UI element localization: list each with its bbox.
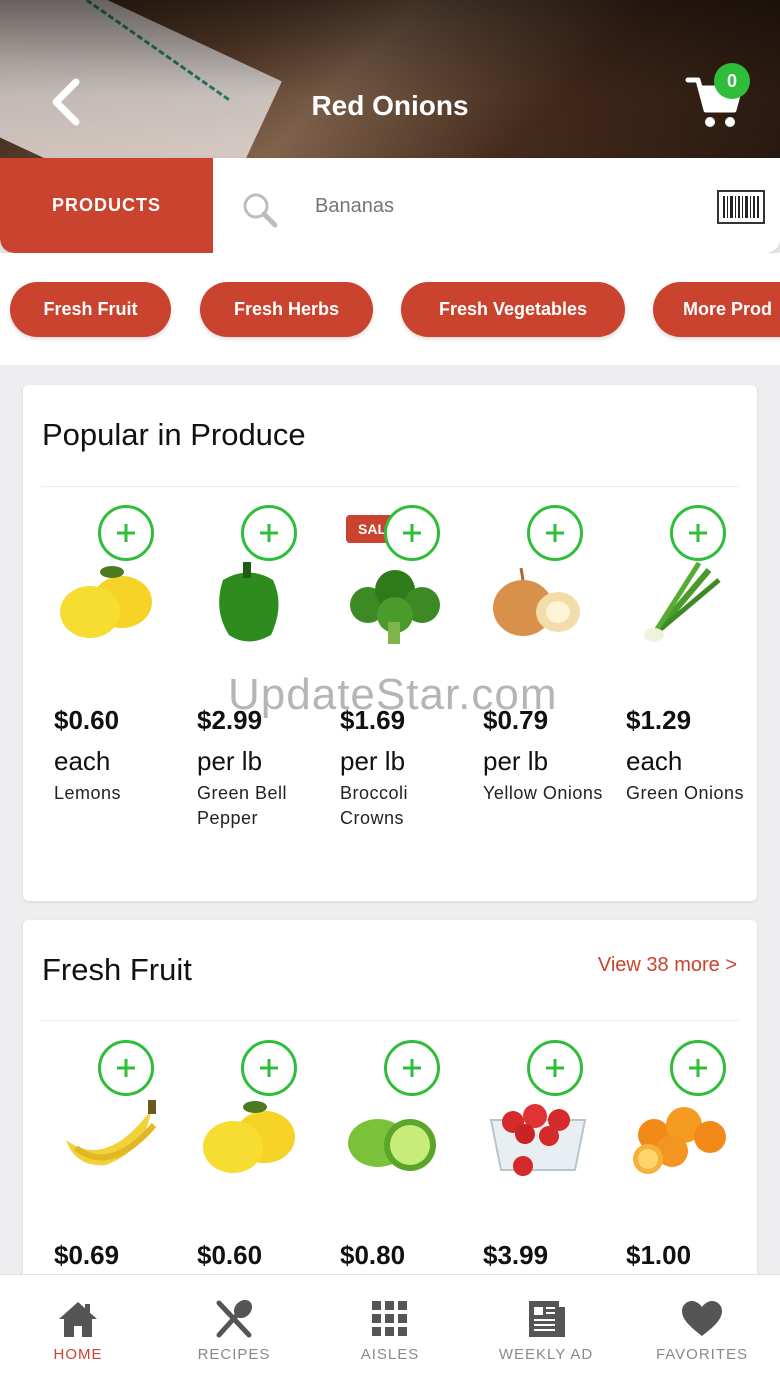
product-tile[interactable]: $1.29 each Green Onions bbox=[612, 505, 744, 845]
tab-aisles[interactable]: AISLES bbox=[312, 1275, 468, 1387]
product-price: $0.80 bbox=[340, 1240, 406, 1270]
tab-recipes[interactable]: RECIPES bbox=[156, 1275, 312, 1387]
product-unit: per lb bbox=[483, 746, 549, 776]
bottom-tab-bar: HOME RECIPES AISLES WEEKLY AD FAVORITES bbox=[0, 1274, 780, 1387]
tab-favorites[interactable]: FAVORITES bbox=[624, 1275, 780, 1387]
onion-icon bbox=[493, 567, 580, 636]
add-to-cart-button[interactable] bbox=[98, 505, 154, 561]
product-unit: per lb bbox=[197, 746, 263, 776]
plus-icon bbox=[403, 1059, 421, 1077]
heart-icon bbox=[682, 1301, 722, 1336]
product-price: $0.60 bbox=[54, 705, 120, 735]
plus-icon bbox=[546, 524, 564, 542]
broccoli-icon bbox=[350, 570, 440, 644]
banana-icon bbox=[66, 1100, 157, 1166]
product-tile[interactable]: $0.60 each Lemons bbox=[40, 505, 170, 845]
product-name: Green Onions bbox=[626, 783, 745, 803]
product-price: $0.60 bbox=[197, 1240, 263, 1270]
cart-count-badge: 0 bbox=[714, 63, 750, 99]
view-more-link[interactable]: View 38 more > bbox=[598, 954, 737, 977]
product-price: $1.00 bbox=[626, 1240, 692, 1270]
section-title: Popular in Produce bbox=[42, 417, 306, 452]
add-to-cart-button[interactable] bbox=[384, 1040, 440, 1096]
add-to-cart-button[interactable] bbox=[527, 505, 583, 561]
plus-icon bbox=[689, 1059, 707, 1077]
plus-icon bbox=[546, 1059, 564, 1077]
utensils-icon bbox=[216, 1299, 253, 1338]
plus-icon bbox=[117, 1059, 135, 1077]
lemon-icon bbox=[60, 566, 152, 638]
add-to-cart-button[interactable] bbox=[670, 1040, 726, 1096]
plus-icon bbox=[689, 524, 707, 542]
plus-icon bbox=[260, 524, 278, 542]
chip-more-products[interactable]: More Prod bbox=[653, 282, 780, 337]
product-unit: per lb bbox=[340, 746, 406, 776]
chip-fresh-herbs[interactable]: Fresh Herbs bbox=[200, 282, 373, 337]
product-name: Broccoli Crowns bbox=[340, 783, 409, 828]
section-title: Fresh Fruit bbox=[42, 952, 192, 987]
bell-pepper-icon bbox=[219, 562, 279, 642]
plus-icon bbox=[260, 1059, 278, 1077]
search-input[interactable] bbox=[315, 186, 675, 226]
tab-label: FAVORITES bbox=[655, 1346, 749, 1363]
add-to-cart-button[interactable] bbox=[527, 1040, 583, 1096]
barcode-scanner-icon[interactable] bbox=[717, 190, 765, 224]
tab-label: AISLES bbox=[360, 1346, 420, 1363]
header-banner bbox=[0, 0, 780, 160]
search-icon bbox=[243, 193, 278, 228]
products-button[interactable]: PRODUCTS bbox=[0, 158, 213, 253]
add-to-cart-button[interactable] bbox=[241, 505, 297, 561]
product-price: $0.69 bbox=[54, 1240, 120, 1270]
plus-icon bbox=[117, 524, 135, 542]
chip-fresh-fruit[interactable]: Fresh Fruit bbox=[10, 282, 171, 337]
search-bar: PRODUCTS bbox=[0, 158, 780, 253]
add-to-cart-button[interactable] bbox=[670, 505, 726, 561]
watermark-text: UpdateStar.com bbox=[228, 670, 558, 719]
product-price: $1.29 bbox=[626, 705, 692, 735]
add-to-cart-button[interactable] bbox=[241, 1040, 297, 1096]
product-unit: each bbox=[54, 746, 111, 776]
page-title: Red Onions bbox=[311, 90, 469, 121]
grid-icon bbox=[372, 1301, 407, 1336]
category-chips: Fresh Fruit Fresh Herbs Fresh Vegetables… bbox=[0, 253, 780, 365]
tab-label: HOME bbox=[53, 1346, 103, 1363]
product-name: Yellow Onions bbox=[483, 783, 603, 803]
add-to-cart-button[interactable] bbox=[384, 505, 440, 561]
tab-weekly-ad[interactable]: WEEKLY AD bbox=[468, 1275, 624, 1387]
green-onion-icon bbox=[644, 561, 721, 642]
plus-icon bbox=[403, 524, 421, 542]
lemon-icon bbox=[203, 1101, 295, 1173]
lime-icon bbox=[348, 1119, 436, 1171]
tab-home[interactable]: HOME bbox=[0, 1275, 156, 1387]
newspaper-icon bbox=[529, 1301, 565, 1337]
product-price: $3.99 bbox=[483, 1240, 549, 1270]
chip-fresh-vegetables[interactable]: Fresh Vegetables bbox=[401, 282, 625, 337]
orange-icon bbox=[633, 1107, 726, 1174]
product-unit: each bbox=[626, 746, 683, 776]
home-icon bbox=[59, 1302, 97, 1337]
product-name: Green Bell Pepper bbox=[197, 783, 288, 828]
strawberry-icon bbox=[489, 1104, 587, 1176]
tab-label: WEEKLY AD bbox=[498, 1346, 594, 1363]
tab-label: RECIPES bbox=[197, 1346, 271, 1363]
add-to-cart-button[interactable] bbox=[98, 1040, 154, 1096]
product-name: Lemons bbox=[54, 783, 122, 803]
